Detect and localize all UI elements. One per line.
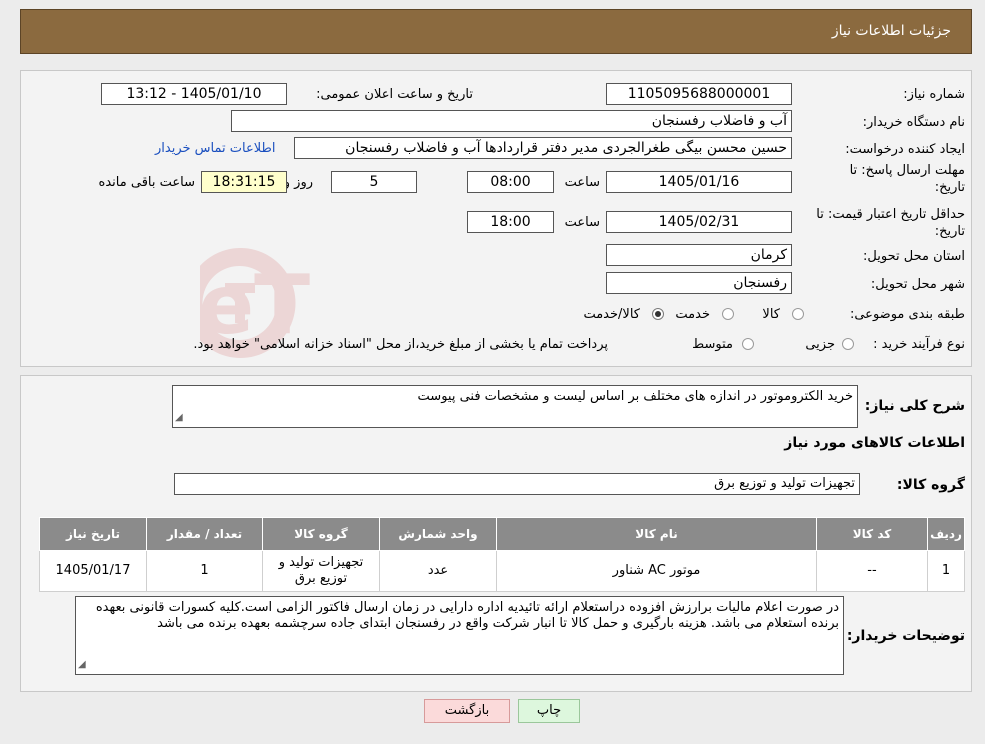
creator-field[interactable]: حسین محسن بیگی طغرالجردی مدیر دفتر قرارد… [294, 137, 792, 159]
price-validity-label-date: تاریخ: [934, 224, 965, 239]
buyer-notes-text: در صورت اعلام مالیات برارزش افزوده دراست… [95, 600, 839, 631]
goods-group-field[interactable]: تجهیزات تولید و توزیع برق [174, 473, 860, 495]
price-validity-label: حداقل تاریخ اعتبار قیمت: تا [816, 207, 965, 222]
need-description-textarea[interactable]: خرید الکتروموتور در اندازه های مختلف بر … [172, 385, 858, 428]
category-label: طبقه بندی موضوعی: [849, 307, 965, 322]
category-service-radio[interactable] [722, 308, 734, 320]
col-header-unit: واحد شمارش [379, 517, 497, 551]
col-header-row: ردیف [927, 517, 965, 551]
resize-grip-icon[interactable]: ◢ [78, 657, 86, 673]
creator-label: ایجاد کننده درخواست: [845, 142, 965, 157]
announce-date-label: تاریخ و ساعت اعلان عمومی: [316, 87, 473, 102]
payment-note: پرداخت تمام یا بخشی از مبلغ خرید،از محل … [193, 337, 608, 352]
deadline-label: مهلت ارسال پاسخ: تا [849, 163, 965, 178]
cell-group: تجهیزات تولید و توزیع برق [262, 550, 380, 592]
province-field[interactable]: کرمان [606, 244, 792, 266]
cell-date: 1405/01/17 [39, 550, 147, 592]
need-description-label: شرح کلی نیاز: [864, 398, 965, 414]
col-header-date: تاریخ نیاز [39, 517, 147, 551]
page-title: جزئيات اطلاعات نیاز [831, 23, 951, 39]
announce-date-field[interactable]: 1405/01/10 - 13:12 [101, 83, 287, 105]
table-row: 1 -- موتور AC شناور عدد تجهیزات تولید و … [39, 550, 965, 592]
category-goods-service-label: کالا/خدمت [583, 307, 640, 322]
goods-group-label: گروه کالا: [896, 477, 965, 493]
cell-name: موتور AC شناور [496, 550, 817, 592]
process-type-label: نوع فرآیند خرید : [873, 337, 965, 352]
col-header-name: نام کالا [496, 517, 817, 551]
page-header: جزئيات اطلاعات نیاز [20, 9, 972, 54]
need-number-label: شماره نیاز: [903, 87, 965, 102]
price-validity-time-field[interactable]: 18:00 [467, 211, 554, 233]
deadline-label-date: تاریخ: [934, 180, 965, 195]
col-header-group: گروه کالا [262, 517, 380, 551]
category-goods-radio[interactable] [792, 308, 804, 320]
cell-unit: عدد [379, 550, 497, 592]
deadline-date-field[interactable]: 1405/01/16 [606, 171, 792, 193]
need-number-field[interactable]: 1105095688000001 [606, 83, 792, 105]
days-remaining-field[interactable]: 5 [331, 171, 417, 193]
price-validity-date-field[interactable]: 1405/02/31 [606, 211, 792, 233]
col-header-code: کد کالا [816, 517, 928, 551]
cell-row: 1 [927, 550, 965, 592]
need-description-text: خرید الکتروموتور در اندازه های مختلف بر … [417, 389, 853, 404]
deadline-time-label: ساعت [564, 175, 600, 190]
process-medium-label: متوسط [692, 337, 733, 352]
buyer-contact-link[interactable]: اطلاعات تماس خریدار [155, 141, 275, 156]
buyer-notes-textarea[interactable]: در صورت اعلام مالیات برارزش افزوده دراست… [75, 596, 844, 675]
buyer-org-field[interactable]: آب و فاضلاب رفسنجان [231, 110, 792, 132]
process-minor-label: جزیی [805, 337, 835, 352]
goods-table: ردیف کد کالا نام کالا واحد شمارش گروه کا… [39, 517, 965, 592]
deadline-time-field[interactable]: 08:00 [467, 171, 554, 193]
category-service-label: خدمت [675, 307, 710, 322]
category-goods-service-radio[interactable] [652, 308, 664, 320]
cell-code: -- [816, 550, 928, 592]
process-minor-radio[interactable] [842, 338, 854, 350]
category-goods-label: کالا [762, 307, 780, 322]
col-header-qty: تعداد / مقدار [146, 517, 263, 551]
remaining-time-field: 18:31:15 [201, 171, 287, 193]
cell-qty: 1 [146, 550, 263, 592]
print-button[interactable]: چاپ [518, 699, 580, 723]
buyer-notes-label: توضیحات خریدار: [846, 628, 965, 644]
city-field[interactable]: رفسنجان [606, 272, 792, 294]
price-validity-time-label: ساعت [564, 215, 600, 230]
resize-grip-icon[interactable]: ◢ [175, 410, 183, 426]
days-label: روز و [283, 175, 313, 190]
back-button[interactable]: بازگشت [424, 699, 510, 723]
buyer-org-label: نام دستگاه خریدار: [862, 115, 965, 130]
remaining-time-label: ساعت باقی مانده [98, 175, 195, 190]
goods-info-title: اطلاعات کالاهای مورد نیاز [784, 435, 965, 451]
process-medium-radio[interactable] [742, 338, 754, 350]
city-label: شهر محل تحویل: [870, 277, 965, 292]
province-label: استان محل تحویل: [863, 249, 965, 264]
